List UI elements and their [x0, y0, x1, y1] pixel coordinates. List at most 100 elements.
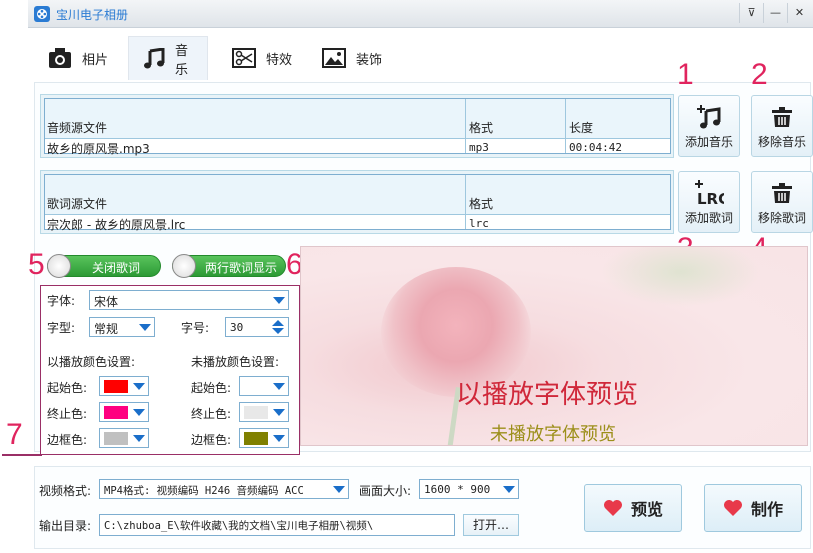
trash-icon — [752, 180, 812, 206]
tab-decor[interactable]: 装饰 — [308, 36, 396, 80]
played-text-preview: 以播放字体预览 — [456, 380, 639, 410]
chevron-down-icon — [273, 297, 285, 304]
style-label: 字型: — [47, 321, 76, 335]
camera-icon — [48, 46, 72, 70]
two-line-lyrics-label: 两行歌词显示 — [204, 261, 277, 275]
font-size-stepper[interactable]: 30 — [225, 317, 289, 337]
tab-effects-label: 特效 — [266, 52, 293, 68]
toggle-knob — [47, 254, 71, 278]
make-button[interactable]: 制作 — [704, 484, 802, 532]
menu-dropdown-button[interactable]: ⊽ — [739, 3, 763, 23]
make-button-label: 制作 — [750, 500, 783, 519]
played-colors-heading: 以播放颜色设置: — [47, 355, 136, 369]
film-reel-icon — [34, 6, 50, 22]
played-start-color-picker[interactable] — [99, 376, 149, 396]
lyrics-table-frame: 歌词源文件 格式 宗次郎 - 故乡的原风景.lrc lrc — [40, 170, 674, 234]
size-label: 字号: — [181, 321, 210, 335]
unplayed-text-preview: 未播放字体预览 — [490, 424, 616, 445]
lyric-settings-box: 字体: 宋体 字型: 常规 字号: 30 以播放颜色设置: 未播放颜色设置: 起… — [40, 285, 300, 455]
unplayed-end-color-picker[interactable] — [239, 402, 289, 422]
output-settings: 视频格式: MP4格式: 视频编码 H246 音频编码 ACC 画面大小: 16… — [34, 466, 811, 549]
played-border-color-picker[interactable] — [99, 428, 149, 448]
played-start-swatch — [104, 380, 128, 393]
add-music-icon — [679, 104, 739, 130]
col-header-audio-file: 音频源文件 — [47, 121, 108, 135]
app-window: 宝川电子相册 ⊽ — ✕ 相片 音乐 特效 装饰 音频源文件 格式 长度 故乡的… — [0, 0, 813, 553]
font-select-value: 宋体 — [94, 295, 119, 309]
tab-music-label: 音乐 — [175, 43, 189, 78]
scissors-icon — [232, 46, 256, 70]
output-dir-input[interactable]: C:\zhuboa_E\软件收藏\我的文档\宝川电子相册\视频\ — [99, 514, 455, 536]
toggle-knob — [172, 254, 196, 278]
cell-lyrics-file: 宗次郎 - 故乡的原风景.lrc — [47, 218, 186, 232]
lyrics-preview — [300, 246, 808, 446]
add-lyrics-button[interactable]: LRC 添加歌词 — [678, 171, 740, 233]
frame-size-value: 1600 * 900 — [424, 483, 491, 496]
unplayed-colors-heading: 未播放颜色设置: — [191, 355, 280, 369]
chevron-down-icon — [333, 486, 345, 493]
style-select-value: 常规 — [94, 322, 119, 336]
video-format-value: MP4格式: 视频编码 H246 音频编码 ACC — [104, 485, 304, 497]
music-table: 音频源文件 格式 长度 故乡的原风景.mp3 mp3 00:04:42 — [44, 98, 671, 156]
font-size-value: 30 — [230, 321, 244, 334]
remove-lyrics-button[interactable]: 移除歌词 — [751, 171, 813, 233]
two-line-lyrics-toggle[interactable]: 两行歌词显示 — [172, 254, 286, 278]
close-lyrics-toggle[interactable]: 关闭歌词 — [47, 254, 161, 278]
font-select[interactable]: 宋体 — [89, 290, 289, 310]
unplayed-end-swatch — [244, 406, 268, 419]
chevron-down-icon — [503, 486, 515, 493]
unplayed-start-label: 起始色: — [191, 381, 232, 395]
unplayed-start-color-picker[interactable] — [239, 376, 289, 396]
annotation-7: 7 — [6, 418, 23, 451]
frame-size-select[interactable]: 1600 * 900 — [419, 479, 519, 499]
chevron-down-icon — [273, 409, 285, 416]
music-table-frame: 音频源文件 格式 长度 故乡的原风景.mp3 mp3 00:04:42 — [40, 94, 674, 158]
lrc-icon: LRC — [679, 180, 739, 206]
unplayed-end-label: 终止色: — [191, 407, 232, 421]
cell-length: 00:04:42 — [569, 141, 622, 154]
video-format-select[interactable]: MP4格式: 视频编码 H246 音频编码 ACC — [99, 479, 349, 499]
col-header-format: 格式 — [469, 121, 494, 135]
music-note-icon — [143, 47, 165, 71]
heart-icon — [723, 500, 742, 516]
add-music-button[interactable]: 添加音乐 — [678, 95, 740, 157]
main-tabs: 相片 音乐 特效 装饰 — [28, 34, 813, 82]
trash-icon — [752, 104, 812, 130]
tab-effects[interactable]: 特效 — [218, 36, 306, 80]
minimize-button[interactable]: — — [763, 3, 787, 23]
image-icon — [322, 46, 346, 70]
unplayed-border-swatch — [244, 432, 268, 445]
played-border-swatch — [104, 432, 128, 445]
unplayed-border-color-picker[interactable] — [239, 428, 289, 448]
open-folder-button[interactable]: 打开… — [463, 514, 519, 536]
remove-music-button[interactable]: 移除音乐 — [751, 95, 813, 157]
chevron-down-icon — [273, 383, 285, 390]
remove-lyrics-label: 移除歌词 — [757, 211, 806, 225]
spin-down-icon[interactable] — [272, 328, 284, 334]
chevron-down-icon — [133, 409, 145, 416]
add-music-label: 添加音乐 — [684, 135, 733, 149]
style-select[interactable]: 常规 — [89, 317, 155, 337]
played-end-color-picker[interactable] — [99, 402, 149, 422]
cell-format: lrc — [469, 217, 489, 230]
tab-photos[interactable]: 相片 — [34, 36, 122, 80]
tab-decor-label: 装饰 — [356, 52, 383, 68]
chevron-down-icon — [139, 324, 151, 331]
annotation-1: 1 — [677, 58, 694, 91]
spin-up-icon[interactable] — [272, 320, 284, 326]
col-header-format: 格式 — [469, 197, 494, 211]
chevron-down-icon — [273, 435, 285, 442]
unplayed-start-swatch — [244, 380, 268, 393]
chevron-down-icon — [133, 383, 145, 390]
video-format-label: 视频格式: — [39, 484, 92, 498]
close-button[interactable]: ✕ — [787, 3, 811, 23]
font-label: 字体: — [47, 294, 76, 308]
heart-icon — [603, 500, 622, 516]
preview-button[interactable]: 预览 — [584, 484, 682, 532]
played-end-swatch — [104, 406, 128, 419]
preview-button-label: 预览 — [630, 500, 663, 519]
output-dir-value: C:\zhuboa_E\软件收藏\我的文档\宝川电子相册\视频\ — [104, 520, 374, 532]
tab-music[interactable]: 音乐 — [128, 36, 208, 80]
add-lyrics-label: 添加歌词 — [684, 211, 733, 225]
played-start-label: 起始色: — [47, 381, 88, 395]
